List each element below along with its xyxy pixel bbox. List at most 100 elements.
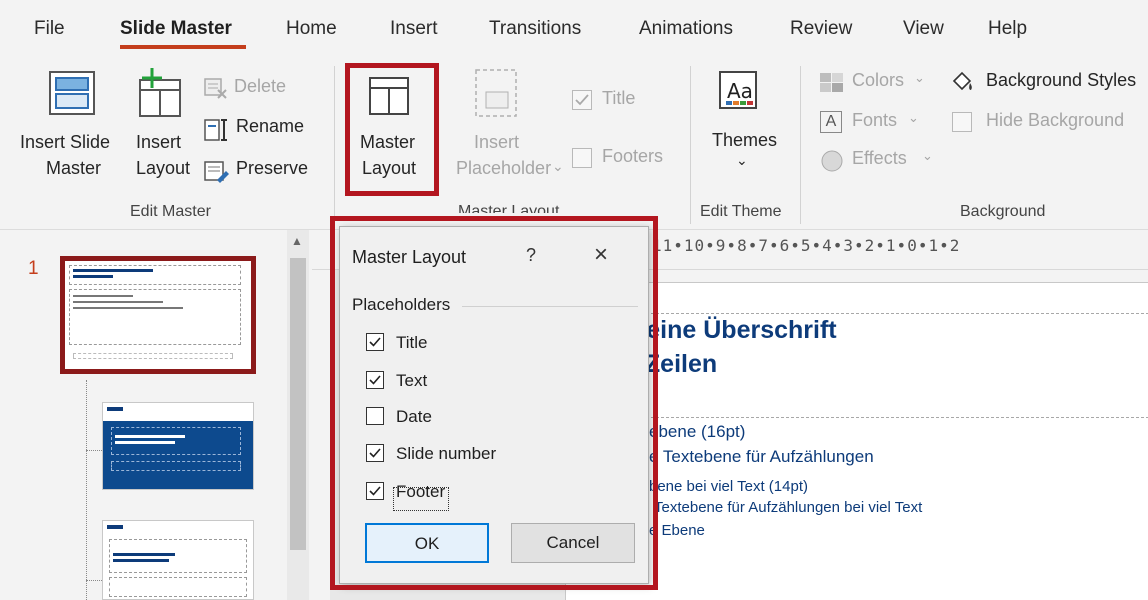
thumb-text-line xyxy=(73,301,163,303)
tab-help[interactable]: Help xyxy=(988,18,1027,40)
scrollbar-thumb[interactable] xyxy=(290,258,306,550)
scroll-up-arrow-icon[interactable]: ▲ xyxy=(291,234,303,248)
ribbon-separator xyxy=(334,66,335,224)
footers-check-box-shape xyxy=(572,148,592,168)
thumb-body-placeholder xyxy=(69,289,241,345)
layout-thumbnail-content[interactable] xyxy=(102,520,254,600)
colors-icon xyxy=(820,73,844,98)
tab-animations[interactable]: Animations xyxy=(639,18,733,40)
thumb-body-placeholder xyxy=(109,577,247,597)
tab-transitions[interactable]: Transitions xyxy=(489,18,581,40)
title-check-label: Title xyxy=(602,88,636,108)
edit-theme-group-label: Edit Theme xyxy=(700,203,782,220)
delete-button[interactable]: Delete xyxy=(204,76,304,102)
slide-body-line-4: Textebene für Aufzählungen bei viel Text xyxy=(654,499,923,516)
chevron-down-icon: ⌄ xyxy=(914,70,925,85)
tab-review[interactable]: Review xyxy=(790,18,852,40)
thumb-title-line xyxy=(113,553,175,556)
themes-label: Themes xyxy=(712,130,778,150)
title-check-icon xyxy=(572,90,592,110)
tab-home[interactable]: Home xyxy=(286,18,337,40)
hide-background-label: Hide Background xyxy=(986,110,1125,130)
insert-placeholder-icon xyxy=(474,68,518,125)
footers-checkbox[interactable]: Footers xyxy=(572,146,682,172)
delete-label: Delete xyxy=(234,76,287,96)
fonts-label: Fonts xyxy=(852,110,898,130)
slide-body-line-1: ebene (16pt) xyxy=(649,422,746,441)
layout-thumbnail-title[interactable] xyxy=(102,402,254,490)
delete-icon xyxy=(204,78,228,105)
preserve-label: Preserve xyxy=(236,158,309,178)
tab-view[interactable]: View xyxy=(903,18,944,40)
layout-connector-line xyxy=(86,380,87,600)
rename-label: Rename xyxy=(236,116,305,136)
background-group-label: Background xyxy=(960,203,1046,220)
rename-icon xyxy=(204,118,230,147)
chevron-down-icon: ⌄ xyxy=(908,110,919,125)
preserve-button[interactable]: Preserve xyxy=(204,158,318,184)
tab-file[interactable]: File xyxy=(34,18,65,40)
chevron-down-icon: ⌄ xyxy=(922,148,933,163)
colors-button[interactable]: Colors ⌄ xyxy=(820,70,930,96)
master-layout-highlight-box xyxy=(345,63,439,196)
thumb-title-line xyxy=(115,441,175,444)
rename-button[interactable]: Rename xyxy=(204,116,314,142)
layout-connector-line xyxy=(86,580,102,581)
fonts-icon: A xyxy=(820,111,842,133)
effects-label: Effects xyxy=(852,148,907,168)
active-tab-indicator xyxy=(120,45,246,49)
insert-placeholder-label-2: Placeholder xyxy=(456,158,552,178)
thumb-subtitle-placeholder xyxy=(111,461,241,471)
preserve-icon xyxy=(204,160,230,189)
insert-slide-master-icon xyxy=(48,70,98,123)
slide-heading-line-1: t eine Überschrift xyxy=(631,316,837,344)
insert-slide-master-label-1: Insert Slide xyxy=(20,132,111,152)
tab-insert[interactable]: Insert xyxy=(390,18,438,40)
thumb-title-line xyxy=(113,559,169,562)
chevron-down-icon: ⌄ xyxy=(736,152,748,168)
thumb-text-line xyxy=(73,295,133,297)
insert-layout-label-1: Insert xyxy=(136,132,182,152)
paint-bucket-icon xyxy=(950,71,976,100)
thumb-logo xyxy=(107,407,123,411)
master-slide-thumbnail[interactable] xyxy=(60,256,256,374)
slide-body-line-3: bene bei viel Text (14pt) xyxy=(649,478,808,495)
effects-button[interactable]: Effects ⌄ xyxy=(820,148,942,174)
ruler-scale: 11•10•9•8•7•6•5•4•3•2•1•0•1•2 xyxy=(652,236,961,255)
insert-placeholder-label-1: Insert xyxy=(474,132,520,152)
ribbon-separator xyxy=(690,66,691,224)
insert-layout-icon xyxy=(134,66,186,125)
slide-body-line-2: e Textebene für Aufzählungen xyxy=(649,447,874,466)
thumb-title-line xyxy=(73,275,113,278)
themes-button[interactable]: Themes ⌄ xyxy=(704,128,788,184)
fonts-button[interactable]: A Fonts ⌄ xyxy=(820,110,930,136)
layout-connector-line xyxy=(86,450,102,451)
insert-layout-label-2: Layout xyxy=(136,158,191,178)
svg-text:Aa: Aa xyxy=(727,79,753,103)
effects-icon xyxy=(820,149,844,178)
thumbnail-scrollbar[interactable]: ▲ xyxy=(287,230,309,600)
thumb-title-placeholder xyxy=(109,539,247,573)
insert-slide-master-button[interactable]: Insert Slide Master xyxy=(14,130,134,190)
footers-check-label: Footers xyxy=(602,146,664,166)
thumb-title-line xyxy=(73,269,153,272)
insert-layout-button[interactable]: Insert Layout xyxy=(132,130,204,190)
thumb-logo xyxy=(107,525,123,529)
slide-number: 1 xyxy=(28,258,39,279)
insert-placeholder-button[interactable]: Insert Placeholder ⌄ xyxy=(456,132,564,188)
hide-background-checkbox[interactable]: Hide Background xyxy=(952,110,1148,136)
background-styles-label: Background Styles xyxy=(986,70,1137,90)
title-checkbox[interactable]: Title xyxy=(572,88,662,114)
themes-icon: Aa xyxy=(718,70,760,117)
tab-slide-master[interactable]: Slide Master xyxy=(120,18,232,40)
chevron-down-icon: ⌄ xyxy=(552,158,564,174)
hide-background-box-shape xyxy=(952,112,972,132)
edit-master-group-label: Edit Master xyxy=(130,203,211,220)
ribbon-separator xyxy=(800,66,801,224)
dialog-highlight-box xyxy=(330,216,658,590)
ribbon-tab-bar: File Slide Master Home Insert Transition… xyxy=(0,0,1148,54)
thumb-text-line xyxy=(73,307,183,309)
colors-label: Colors xyxy=(852,70,905,90)
background-styles-button[interactable]: Background Styles xyxy=(950,70,1148,96)
thumb-blue-band xyxy=(103,421,253,489)
